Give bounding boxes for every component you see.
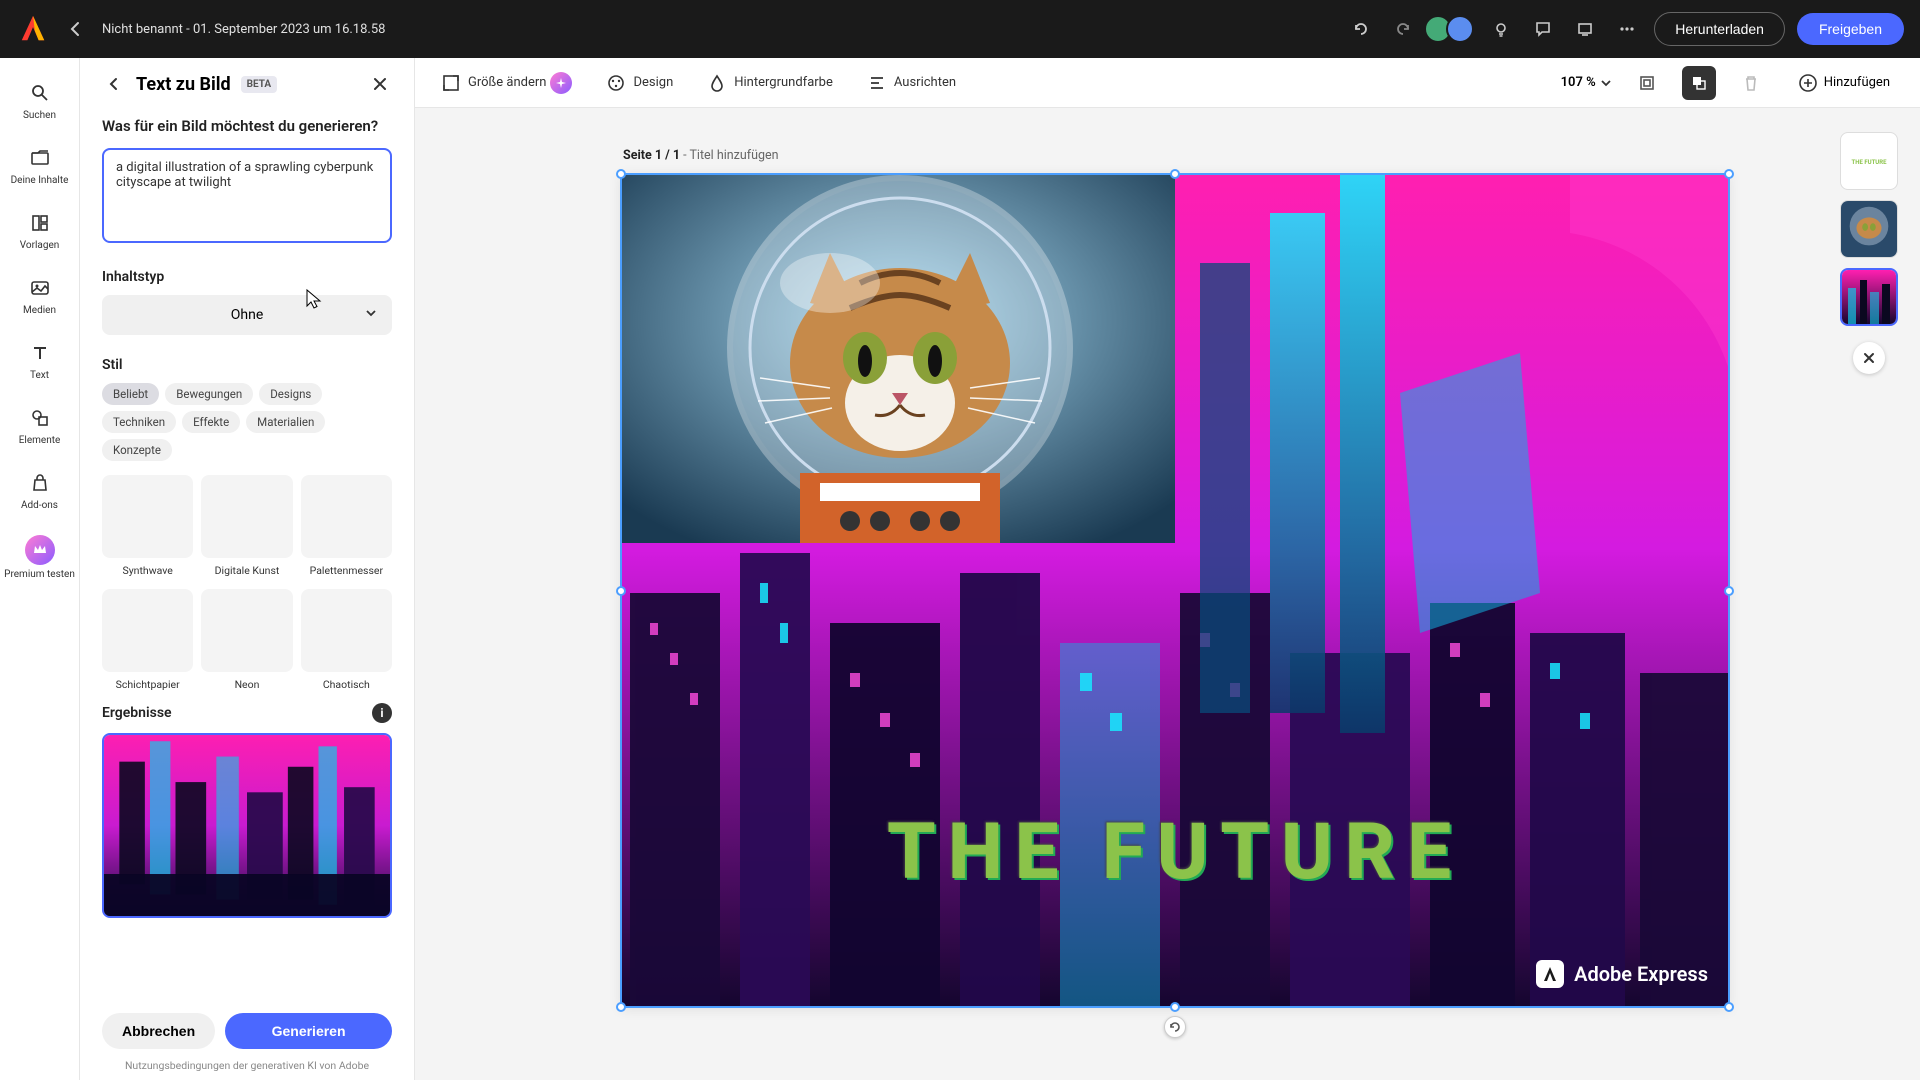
generate-button[interactable]: Generieren (225, 1013, 392, 1049)
prompt-label: Was für ein Bild möchtest du generieren? (102, 116, 392, 136)
shapes-icon (27, 405, 53, 431)
collaborator-avatars[interactable] (1430, 15, 1474, 43)
templates-icon (27, 210, 53, 236)
cancel-button[interactable]: Abbrechen (102, 1013, 215, 1049)
panel-back-button[interactable] (102, 72, 126, 96)
chip-konzepte[interactable]: Konzepte (102, 439, 172, 461)
document-title[interactable]: Nicht benannt - 01. September 2023 um 16… (102, 22, 385, 37)
thumbnail-1[interactable]: THE FUTURE (1840, 132, 1898, 190)
rail-your-content[interactable]: Deine Inhalte (0, 135, 79, 196)
svg-text:THE FUTURE: THE FUTURE (1852, 159, 1888, 166)
rail-elements[interactable]: Elemente (0, 395, 79, 456)
side-panel: Text zu Bild BETA Was für ein Bild möcht… (80, 58, 415, 1080)
crop-icon[interactable] (1630, 66, 1664, 100)
design-icon (606, 73, 626, 93)
chevron-down-icon (364, 306, 378, 324)
align-button[interactable]: Ausrichten (859, 67, 964, 99)
rail-premium[interactable]: Premium testen (0, 525, 79, 590)
prompt-input[interactable] (102, 148, 392, 243)
rail-templates[interactable]: Vorlagen (0, 200, 79, 261)
beta-badge: BETA (241, 76, 278, 93)
canvas-area: Größe ändern Design Hintergrundfarbe Aus… (415, 58, 1920, 1080)
artboard[interactable]: THE FUTURE Adobe Express (620, 173, 1730, 1008)
style-chips: Beliebt Bewegungen Designs Techniken Eff… (102, 383, 392, 461)
page-thumbnails: THE FUTURE (1840, 132, 1898, 374)
rail-media[interactable]: Medien (0, 265, 79, 326)
present-icon[interactable] (1570, 14, 1600, 44)
content-type-select[interactable]: Ohne (102, 295, 392, 335)
content-type-label: Inhaltstyp (102, 269, 392, 285)
rotate-handle[interactable] (1164, 1016, 1186, 1038)
text-icon (27, 340, 53, 366)
chip-techniken[interactable]: Techniken (102, 411, 176, 433)
watermark: Adobe Express (1536, 960, 1708, 988)
add-page-button[interactable]: Hinzufügen (1786, 67, 1902, 99)
chip-materialien[interactable]: Materialien (246, 411, 325, 433)
resize-button[interactable]: Größe ändern (433, 66, 580, 100)
style-digitale-kunst[interactable]: Digitale Kunst (201, 475, 292, 577)
info-icon[interactable]: i (372, 703, 392, 723)
align-icon (867, 73, 887, 93)
style-chaotisch[interactable]: Chaotisch (301, 589, 392, 691)
panel-close-button[interactable] (368, 72, 392, 96)
back-button[interactable] (62, 15, 90, 43)
crown-icon (25, 535, 55, 565)
rail-search[interactable]: Suchen (0, 70, 79, 131)
results-label: Ergebnisse (102, 705, 172, 721)
chip-beliebt[interactable]: Beliebt (102, 383, 159, 405)
comment-icon[interactable] (1528, 14, 1558, 44)
rail-addons[interactable]: Add-ons (0, 460, 79, 521)
plus-circle-icon (1798, 73, 1818, 93)
adobe-express-logo[interactable] (16, 12, 50, 46)
rail-text[interactable]: Text (0, 330, 79, 391)
download-button[interactable]: Herunterladen (1654, 12, 1785, 46)
canvas-toolbar: Größe ändern Design Hintergrundfarbe Aus… (415, 58, 1920, 108)
background-button[interactable]: Hintergrundfarbe (699, 67, 841, 99)
droplet-icon (707, 73, 727, 93)
style-neon[interactable]: Neon (201, 589, 292, 691)
canvas-viewport[interactable]: Seite 1 / 1 - Titel hinzufügen (415, 108, 1920, 1080)
chip-effekte[interactable]: Effekte (182, 411, 240, 433)
style-label: Stil (102, 357, 392, 373)
bag-icon (27, 470, 53, 496)
search-icon (27, 80, 53, 106)
hero-text: THE FUTURE (620, 807, 1730, 898)
share-button[interactable]: Freigeben (1797, 13, 1904, 45)
layers-icon[interactable] (1682, 66, 1716, 100)
folder-icon (27, 145, 53, 171)
thumbnail-2[interactable] (1840, 200, 1898, 258)
thumbnails-close-button[interactable] (1853, 342, 1885, 374)
resize-icon (441, 73, 461, 93)
thumbnail-3[interactable] (1840, 268, 1898, 326)
style-synthwave[interactable]: Synthwave (102, 475, 193, 577)
style-palettenmesser[interactable]: Palettenmesser (301, 475, 392, 577)
media-icon (27, 275, 53, 301)
style-schichtpapier[interactable]: Schichtpapier (102, 589, 193, 691)
result-thumbnail[interactable] (102, 733, 392, 918)
chip-bewegungen[interactable]: Bewegungen (165, 383, 253, 405)
chevron-down-icon (1600, 77, 1612, 89)
terms-link[interactable]: Nutzungsbedingungen der generativen KI v… (102, 1059, 392, 1072)
left-rail: Suchen Deine Inhalte Vorlagen Medien Tex… (0, 58, 80, 1080)
chip-designs[interactable]: Designs (259, 383, 322, 405)
lightbulb-icon[interactable] (1486, 14, 1516, 44)
delete-icon[interactable] (1734, 66, 1768, 100)
sparkle-icon (550, 72, 572, 94)
more-icon[interactable] (1612, 14, 1642, 44)
app-header: Nicht benannt - 01. September 2023 um 16… (0, 0, 1920, 58)
panel-title: Text zu Bild (136, 74, 231, 95)
redo-button[interactable] (1388, 14, 1418, 44)
zoom-control[interactable]: 107 % (1561, 75, 1612, 90)
design-button[interactable]: Design (598, 67, 681, 99)
adobe-logo-icon (1536, 960, 1564, 988)
page-indicator[interactable]: Seite 1 / 1 - Titel hinzufügen (623, 148, 779, 163)
undo-button[interactable] (1346, 14, 1376, 44)
